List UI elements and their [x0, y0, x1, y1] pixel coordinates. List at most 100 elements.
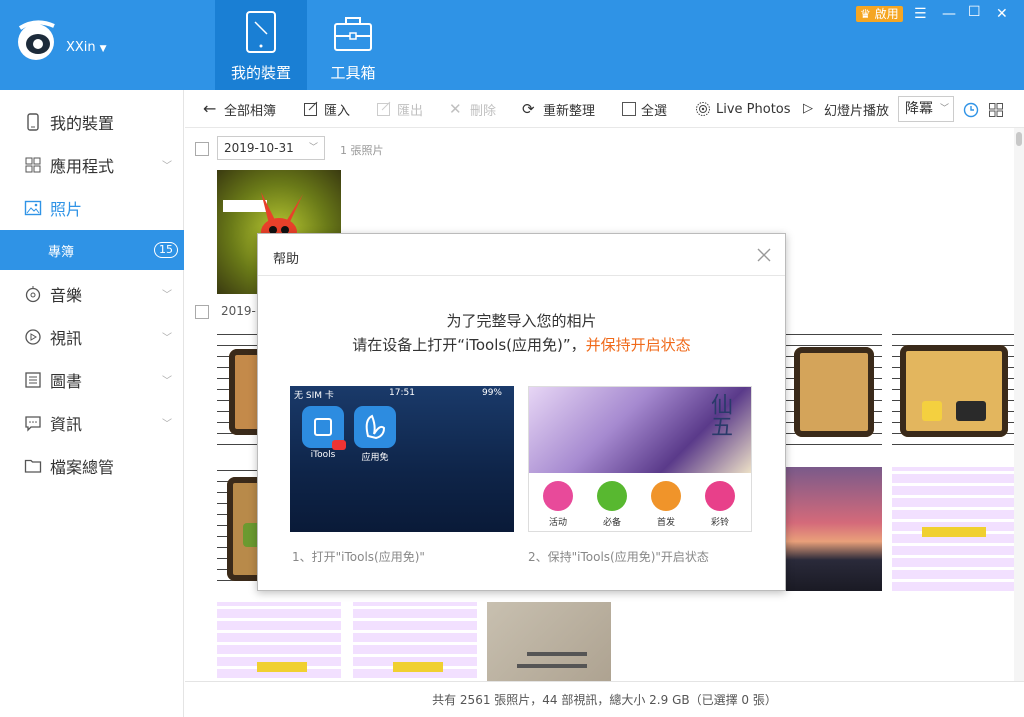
photo-icon	[24, 200, 42, 215]
date-value: 2019-10-31	[224, 141, 294, 155]
chevron-down-icon: ▼	[99, 44, 107, 54]
sort-select[interactable]: 降冪 ﹀	[898, 96, 954, 122]
sidebar-item-photos[interactable]: 照片	[0, 186, 184, 229]
crown-icon: ♛	[860, 7, 871, 21]
app-tab-label: 彩铃	[710, 518, 729, 528]
close-icon[interactable]: ✕	[996, 6, 1008, 22]
maximize-icon[interactable]: ☐	[968, 4, 981, 20]
chevron-down-icon: ﹀	[162, 161, 172, 172]
sidebar-item-books[interactable]: 圖書 ﹀	[0, 358, 184, 401]
chevron-down-icon: ﹀	[162, 419, 172, 430]
live-photos-button[interactable]: Live Photos	[695, 90, 791, 128]
live-photos-icon	[696, 102, 710, 116]
photo-thumbnail[interactable]	[892, 331, 1014, 455]
refresh-icon: ⟳	[522, 100, 535, 118]
minimize-icon[interactable]: —	[942, 6, 956, 22]
chevron-down-icon: ﹀	[162, 290, 172, 301]
phone-time: 17:51	[389, 388, 415, 398]
delete-button[interactable]: ✕ 刪除	[449, 90, 496, 128]
sidebar-item-messages[interactable]: 資訊 ﹀	[0, 401, 184, 444]
message-icon	[25, 415, 41, 432]
activity-icon	[543, 481, 573, 511]
all-albums-button[interactable]: ← 全部相簿	[203, 90, 276, 128]
toolbar: ← 全部相簿 匯入 匯出 ✕ 刪除 ⟳ 重新整理 全選 Live Photos ▷ 幻燈…	[185, 90, 1024, 128]
count-badge: 15	[154, 242, 178, 258]
photo-count: 1 張照片	[340, 144, 384, 157]
tab-label: 工具箱	[330, 64, 376, 82]
sidebar-item-label: 音樂	[50, 285, 83, 305]
photo-thumbnail[interactable]	[786, 331, 882, 455]
tab-my-device[interactable]: 我的裝置	[215, 0, 307, 90]
sidebar: 我的裝置 應用程式 ﹀ 照片 專簿 15 音樂 ﹀ 視訊 ﹀ 圖書 ﹀ 資訊 ﹀…	[0, 90, 184, 717]
apps-icon	[25, 157, 41, 172]
x-icon: ✕	[449, 100, 462, 118]
itools-logo-icon	[18, 20, 55, 60]
sidebar-item-apps[interactable]: 應用程式 ﹀	[0, 143, 184, 186]
scrollbar[interactable]	[1014, 128, 1024, 681]
vip-badge[interactable]: ♛ 啟用	[856, 6, 903, 22]
date-select[interactable]: 2019-10-31 ﹀	[217, 136, 325, 160]
tablet-icon	[246, 11, 276, 53]
app-label: 应用免	[361, 453, 389, 463]
sidebar-item-file-manager[interactable]: 檔案總管	[0, 444, 184, 487]
photo-thumbnail[interactable]	[353, 602, 477, 681]
app-running-screenshot: 仙五 活动 必备 首发 彩铃	[528, 386, 752, 532]
dialog-message-highlight: 并保持开启状态	[585, 336, 691, 354]
photo-thumbnail[interactable]	[487, 602, 611, 681]
sidebar-item-my-device[interactable]: 我的裝置	[0, 100, 184, 143]
app-tab-label: 首发	[656, 518, 675, 528]
music-icon	[25, 285, 41, 302]
photo-thumbnail[interactable]	[892, 467, 1014, 591]
slideshow-button[interactable]: ▷ 幻燈片播放	[803, 90, 889, 128]
itools-app-icon	[302, 406, 346, 450]
button-label: 全部相簿	[224, 103, 277, 119]
menu-icon[interactable]: ☰	[914, 6, 927, 22]
button-label: Live Photos	[716, 101, 791, 117]
ringtone-icon	[705, 481, 735, 511]
sidebar-item-music[interactable]: 音樂 ﹀	[0, 272, 184, 315]
top-bar: XXin ▼ 我的裝置 工具箱 ♛ 啟用 ☰ — ☐ ✕	[0, 0, 1024, 90]
select-all-checkbox[interactable]: 全選	[622, 90, 667, 128]
scrollbar-thumb[interactable]	[1016, 132, 1022, 146]
group-checkbox[interactable]	[195, 305, 209, 319]
sidebar-item-label: 圖書	[50, 371, 83, 391]
tab-toolbox[interactable]: 工具箱	[307, 0, 399, 90]
vip-label: 啟用	[874, 7, 899, 21]
import-button[interactable]: 匯入	[303, 90, 350, 128]
photo-thumbnail[interactable]	[786, 467, 882, 591]
chevron-down-icon: ﹀	[162, 376, 172, 387]
app-tab-label: 必备	[602, 518, 621, 528]
user-menu[interactable]: XXin ▼	[66, 40, 107, 55]
sidebar-item-video[interactable]: 視訊 ﹀	[0, 315, 184, 358]
banner-title: 仙五	[707, 393, 732, 437]
import-icon	[304, 101, 318, 116]
group-checkbox[interactable]	[195, 142, 209, 156]
rabbit-app-icon	[354, 406, 396, 448]
sidebar-subitem-albums[interactable]: 專簿 15	[0, 230, 184, 270]
arrow-left-icon: ←	[203, 99, 217, 118]
phone-icon	[27, 112, 39, 131]
photo-thumbnail[interactable]	[217, 602, 341, 681]
phone-battery: 99%	[481, 388, 502, 398]
reorganize-button[interactable]: ⟳ 重新整理	[522, 90, 595, 128]
sort-value: 降冪	[905, 101, 933, 117]
button-label: 匯出	[397, 103, 424, 119]
sidebar-item-label: 專簿	[48, 244, 75, 260]
chevron-down-icon: ﹀	[308, 143, 318, 153]
sidebar-item-label: 我的裝置	[50, 113, 115, 133]
sidebar-item-label: 視訊	[50, 328, 83, 348]
phone-home-screenshot: 无 SIM 卡 17:51 99% iTools 应用免	[290, 386, 514, 532]
dialog-message-1: 为了完整导入您的相片	[446, 312, 597, 330]
close-icon[interactable]	[755, 246, 773, 264]
status-bar: 共有 2561 張照片，44 部視訊，總大小 2.9 GB（已選擇 0 張）	[185, 681, 1024, 717]
button-label: 全選	[641, 103, 668, 119]
export-button[interactable]: 匯出	[376, 90, 423, 128]
grid-view-icon[interactable]	[988, 102, 1004, 118]
chevron-down-icon: ﹀	[162, 333, 172, 344]
sidebar-item-label: 資訊	[50, 414, 83, 434]
timeline-view-icon[interactable]	[963, 102, 979, 118]
step-caption-2: 2、保持"iTools(应用免)"开启状态	[528, 550, 709, 564]
dialog-header: 帮助	[258, 234, 785, 276]
tab-label: 我的裝置	[230, 64, 291, 82]
app-tab-label: 活动	[548, 518, 567, 528]
